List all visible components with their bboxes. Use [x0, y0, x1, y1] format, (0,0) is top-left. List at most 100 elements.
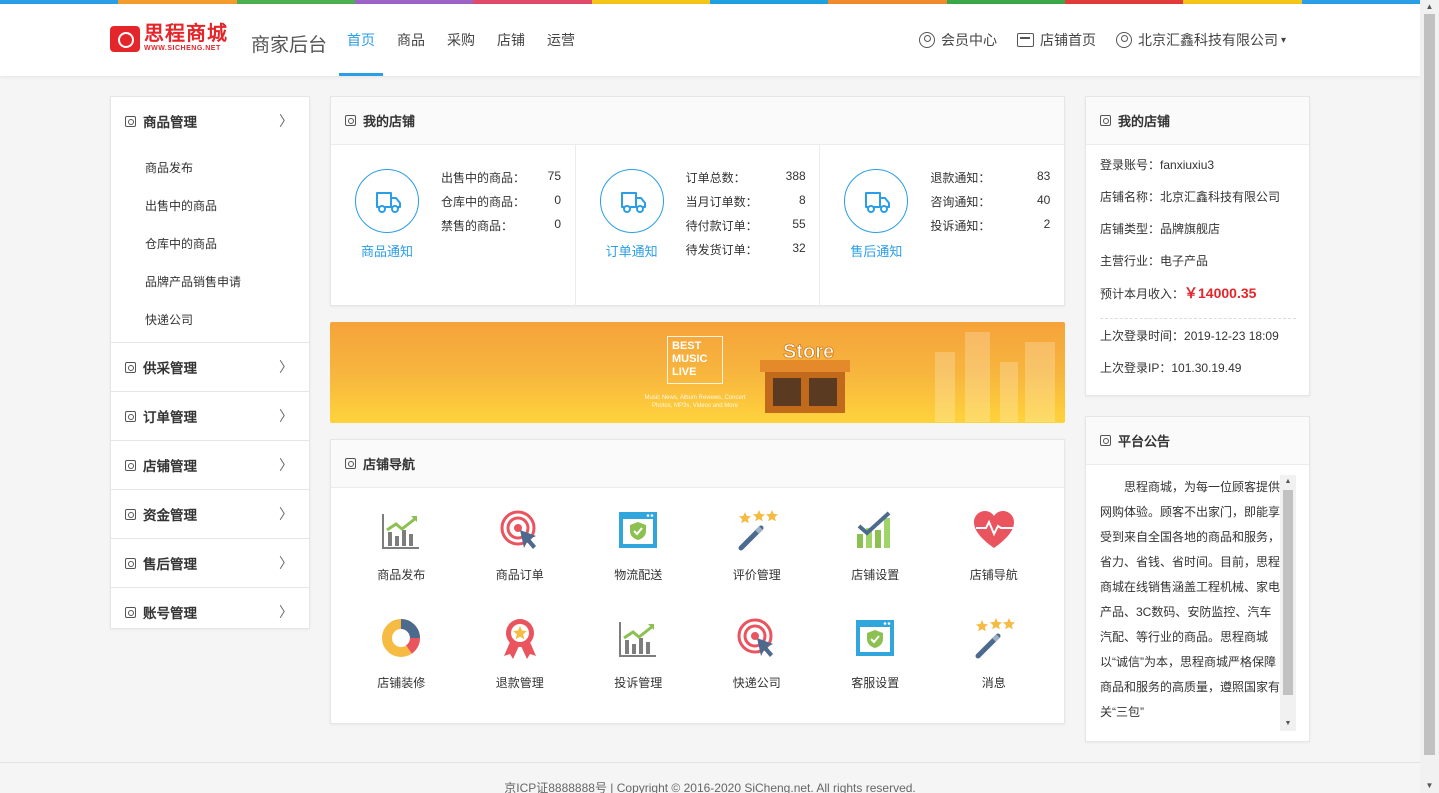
- truck-icon[interactable]: [844, 169, 909, 233]
- bar-chart-icon: [616, 616, 660, 663]
- sidebar-group: 订单管理 〉: [111, 392, 309, 441]
- stat-name[interactable]: 商品通知: [347, 241, 427, 260]
- shop-nav-item[interactable]: 店铺导航: [935, 508, 1054, 616]
- member-center-link[interactable]: 会员中心: [918, 30, 997, 50]
- sidebar-group: 供采管理 〉: [111, 343, 309, 392]
- sidebar: 商品管理 〉 商品发布 出售中的商品 仓库中的商品 品牌产品销售申请 快递公司 …: [110, 96, 310, 629]
- stat-label: 投诉通知：: [930, 219, 991, 233]
- member-center-label: 会员中心: [940, 32, 997, 48]
- donut-chart-icon: [379, 616, 423, 663]
- sidebar-group-header[interactable]: 店铺管理 〉: [111, 441, 309, 489]
- heart-pulse-icon: [972, 508, 1016, 555]
- shop-home-label: 店铺首页: [1039, 32, 1096, 48]
- nav-goods[interactable]: 商品: [389, 4, 433, 76]
- sidebar-item[interactable]: 商品发布: [111, 149, 309, 187]
- menu-icon: [125, 606, 136, 618]
- stat-value[interactable]: 8: [799, 193, 806, 217]
- scroll-up-icon[interactable]: ▲: [1420, 0, 1439, 14]
- menu-icon: [125, 361, 136, 373]
- shop-nav-item[interactable]: 投诉管理: [579, 616, 698, 724]
- shop-nav-item[interactable]: 快递公司: [698, 616, 817, 724]
- nav-purchase[interactable]: 采购: [439, 4, 483, 76]
- logo-url: WWW.SICHENG.NET: [144, 45, 221, 52]
- stat-label: 退款通知：: [930, 171, 991, 185]
- stat-value[interactable]: 388: [786, 169, 806, 193]
- my-store-panel: 我的店铺 商品通知 出售中的商品： 75 仓库中的商品： 0 禁售的商品： 0 订单通知 订单总…: [330, 96, 1065, 306]
- truck-icon[interactable]: [599, 169, 664, 233]
- shop-nav-item[interactable]: 客服设置: [816, 616, 935, 724]
- user-icon: [918, 32, 935, 48]
- sidebar-group: 售后管理 〉: [111, 539, 309, 588]
- award-ribbon-icon: [498, 616, 542, 663]
- nav-operation[interactable]: 运营: [539, 4, 583, 76]
- shop-nav-label: 投诉管理: [614, 676, 663, 690]
- sidebar-group-label: 资金管理: [143, 508, 197, 523]
- sidebar-group-header[interactable]: 商品管理 〉: [111, 97, 309, 145]
- banner-logo-line: LIVE: [672, 366, 697, 378]
- shop-nav-item[interactable]: 商品订单: [461, 508, 580, 616]
- sidebar-group-label: 商品管理: [143, 115, 197, 130]
- sidebar-item[interactable]: 品牌产品销售申请: [111, 263, 309, 301]
- info-label: 预计本月收入：: [1100, 287, 1185, 301]
- site-name: 商家后台: [251, 35, 328, 56]
- logo[interactable]: 思程商城 WWW.SICHENG.NET: [110, 24, 228, 53]
- stat-name[interactable]: 售后通知: [836, 241, 916, 260]
- scroll-down-icon[interactable]: ▼: [1420, 779, 1439, 793]
- stat-label: 禁售的商品：: [441, 219, 514, 233]
- shop-nav-label: 消息: [981, 676, 1006, 690]
- sidebar-group-header[interactable]: 供采管理 〉: [111, 343, 309, 391]
- nav-home[interactable]: 首页: [339, 4, 383, 76]
- footer: 京ICP证8888888号 | Copyright © 2016-2020 Si…: [0, 762, 1420, 793]
- panel-title: 店铺导航: [363, 457, 416, 472]
- stat-value[interactable]: 40: [1037, 193, 1050, 217]
- notice-scrollbar[interactable]: ▲ ▼: [1280, 475, 1296, 731]
- sidebar-group-header[interactable]: 资金管理 〉: [111, 490, 309, 538]
- shop-home-link[interactable]: 店铺首页: [1016, 30, 1096, 50]
- sidebar-item[interactable]: 出售中的商品: [111, 187, 309, 225]
- stat-row: 出售中的商品： 75: [441, 169, 561, 193]
- page-scrollbar[interactable]: ▲ ▼: [1420, 0, 1439, 793]
- stat-name[interactable]: 订单通知: [592, 241, 672, 260]
- nav-shop[interactable]: 店铺: [489, 4, 533, 76]
- sidebar-group-header[interactable]: 售后管理 〉: [111, 539, 309, 587]
- shop-nav-item[interactable]: 退款管理: [461, 616, 580, 724]
- truck-icon[interactable]: [355, 169, 419, 233]
- shop-nav-item[interactable]: 物流配送: [579, 508, 698, 616]
- scroll-up-icon[interactable]: ▲: [1280, 475, 1296, 489]
- shop-nav-item[interactable]: 消息: [935, 616, 1054, 724]
- stat-value[interactable]: 0: [554, 217, 561, 241]
- scroll-down-icon[interactable]: ▼: [1280, 717, 1296, 731]
- info-login: 登录账号：fanxiuxiu3: [1100, 155, 1309, 187]
- scroll-thumb[interactable]: [1283, 490, 1293, 695]
- shop-nav-item[interactable]: 店铺装修: [342, 616, 461, 724]
- stat-label: 订单总数：: [685, 171, 746, 185]
- magic-wand-icon: [972, 616, 1016, 663]
- stat-value[interactable]: 32: [792, 241, 805, 265]
- stat-value[interactable]: 75: [548, 169, 561, 193]
- stat-value[interactable]: 2: [1044, 217, 1051, 241]
- info-label: 店铺名称：: [1100, 190, 1161, 204]
- info-label: 登录账号：: [1100, 158, 1161, 172]
- bar-chart-icon: [379, 508, 423, 555]
- sidebar-group-goods: 商品管理 〉 商品发布 出售中的商品 仓库中的商品 品牌产品销售申请 快递公司: [111, 97, 309, 343]
- stat-value[interactable]: 0: [554, 193, 561, 217]
- sidebar-item[interactable]: 快递公司: [111, 301, 309, 339]
- shop-nav-item[interactable]: 评价管理: [698, 508, 817, 616]
- company-menu[interactable]: 北京汇鑫科技有限公司 ▾: [1115, 30, 1286, 50]
- promo-banner[interactable]: BEST MUSIC LIVE Music News, Album Review…: [330, 322, 1065, 423]
- banner-logo-line: MUSIC: [672, 353, 708, 365]
- stat-row: 禁售的商品： 0: [441, 217, 561, 241]
- shop-nav-item[interactable]: 商品发布: [342, 508, 461, 616]
- info-last-login-time: 上次登录时间：2019-12-23 18:09: [1100, 326, 1309, 358]
- sidebar-item[interactable]: 仓库中的商品: [111, 225, 309, 263]
- stat-row: 仓库中的商品： 0: [441, 193, 561, 217]
- menu-icon: [125, 508, 136, 520]
- sidebar-group-header[interactable]: 账号管理 〉: [111, 588, 309, 636]
- sidebar-group-header[interactable]: 订单管理 〉: [111, 392, 309, 440]
- stat-value[interactable]: 55: [792, 217, 805, 241]
- stat-row: 订单总数： 388: [686, 169, 806, 193]
- scroll-thumb[interactable]: [1424, 14, 1435, 755]
- stat-value[interactable]: 83: [1037, 169, 1050, 193]
- shop-nav-item[interactable]: 店铺设置: [816, 508, 935, 616]
- income-value: ￥14000.35: [1184, 285, 1257, 301]
